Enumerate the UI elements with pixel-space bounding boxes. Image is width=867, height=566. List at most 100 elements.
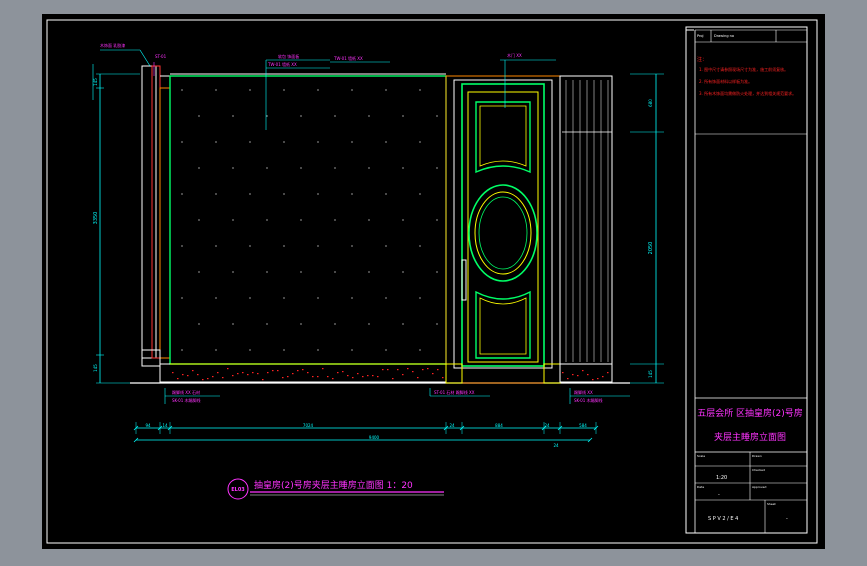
dim-total-text: 9400 [369,435,380,440]
fabric-dot [402,323,404,325]
fabric-dot [351,193,353,195]
tb-dash-2: - [786,516,788,522]
hatch-speck [287,376,289,378]
hatch-speck [247,374,249,376]
hatch-speck [392,378,394,380]
fabric-dot [283,297,285,299]
fabric-dot [317,349,319,351]
hatch-speck [582,370,584,372]
fabric-dot [232,271,234,273]
fabric-dot [402,219,404,221]
hatch-speck [187,375,189,377]
hatch-speck [322,368,324,370]
hatch-speck [347,375,349,377]
dim-left-overall-text: 3350 [93,212,99,225]
drawing-title: 抽皇房(2)号房夹层主睡房立面图 1：20 [254,479,413,491]
fabric-dot [351,349,353,351]
fabric-dot [385,89,387,91]
fabric-dot [283,349,285,351]
hatch-speck [387,369,389,371]
fabric-dot [317,245,319,247]
dim-seg-2: 14 [162,423,168,428]
hatch-speck [262,379,264,381]
hatch-speck [202,379,204,381]
fabric-dot [249,245,251,247]
fabric-dot [215,245,217,247]
hatch-speck [572,374,574,376]
tb-scale-value: 1:20 [716,475,727,481]
fabric-dot [215,141,217,143]
fabric-dot [215,349,217,351]
anno-top-mid-1: 软包 饰面板 [278,53,299,59]
fabric-dot [266,115,268,117]
dim-left-bottom-text: 145 [93,364,98,372]
fabric-dot [198,219,200,221]
drawing-tag: EL03 [231,487,245,493]
hatch-speck [342,371,344,373]
fabric-dot [334,167,336,169]
hatch-speck [277,370,279,372]
tb-sheet-label: Sheet [767,502,776,506]
anno-bottom-left-1: 踢脚线 XX 石材 [172,389,200,395]
tb-drawn-label: Drawn [752,454,762,458]
fabric-dot [368,167,370,169]
fabric-dot [266,167,268,169]
anno-top-left-1: 木饰面 乳胶漆 [100,42,125,48]
hatch-speck [182,374,184,376]
tb-header-1: Proj [697,34,704,38]
fabric-dot [419,193,421,195]
fabric-dot [300,271,302,273]
fabric-dot [385,193,387,195]
tb-date-label: Date [697,485,704,489]
tb-header-2: Drawing no [714,34,734,38]
hatch-speck [442,377,444,379]
hatch-speck [227,368,229,370]
cad-viewport[interactable]: 3350 145 145 680 2050 145 94 14 7024 24 … [0,0,867,562]
hatch-speck [397,369,399,371]
fabric-dot [351,141,353,143]
hatch-speck [422,369,424,371]
hatch-speck [332,378,334,380]
anno-bottom-right-2: SK-01 木踢脚线 [574,397,603,403]
hatch-speck [272,370,274,372]
fabric-dot [198,271,200,273]
hatch-speck [242,372,244,374]
hatch-speck [282,377,284,379]
fabric-dot [351,89,353,91]
fabric-dot [419,349,421,351]
hatch-speck [312,376,314,378]
fabric-dot [385,349,387,351]
fabric-dot [317,297,319,299]
hatch-speck [317,376,319,378]
fabric-dot [419,245,421,247]
project-title-1: 五层会所 区抽皇房(2)号房 [697,407,803,419]
hatch-speck [562,372,564,374]
fabric-dot [351,297,353,299]
fabric-dot [368,219,370,221]
fabric-dot [402,167,404,169]
dim-seg-1: 94 [145,423,151,428]
fabric-dot [436,271,438,273]
fabric-dot [368,271,370,273]
dim-seg-4: 24 [449,423,455,428]
fabric-dot [215,193,217,195]
dim-seg-5: 884 [495,423,503,428]
fabric-dot [181,141,183,143]
fabric-dot [436,115,438,117]
fabric-dot [300,115,302,117]
fabric-dot [300,219,302,221]
hatch-speck [417,377,419,379]
hatch-speck [412,371,414,373]
anno-bottom-left-2: SK-01 木踢脚线 [172,397,201,403]
dim-right-top-text: 680 [648,99,653,107]
hatch-speck [377,376,379,378]
hatch-speck [407,368,409,370]
fabric-dot [300,323,302,325]
note-line-2: 2. 所有饰面材料以样板为准。 [699,78,752,84]
fabric-dot [436,323,438,325]
fabric-dot [419,89,421,91]
hatch-speck [362,376,364,378]
fabric-dot [249,89,251,91]
fabric-dot [385,297,387,299]
note-line-3: 3. 所有木饰面均需做防火处理，并达到相关规范要求。 [699,90,796,96]
